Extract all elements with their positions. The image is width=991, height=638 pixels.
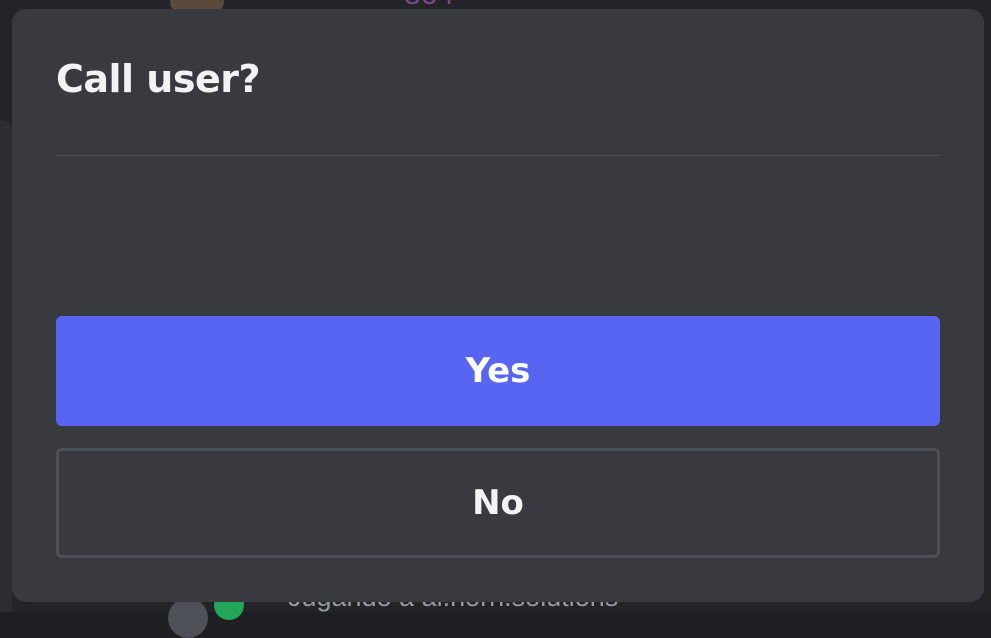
call-user-modal: Call user? Yes No (12, 9, 984, 602)
yes-button[interactable]: Yes (56, 316, 940, 426)
no-button[interactable]: No (56, 448, 940, 558)
background-user-avatar (168, 598, 208, 638)
modal-divider (56, 155, 940, 156)
modal-title: Call user? (56, 57, 261, 101)
background-panel (0, 120, 12, 612)
